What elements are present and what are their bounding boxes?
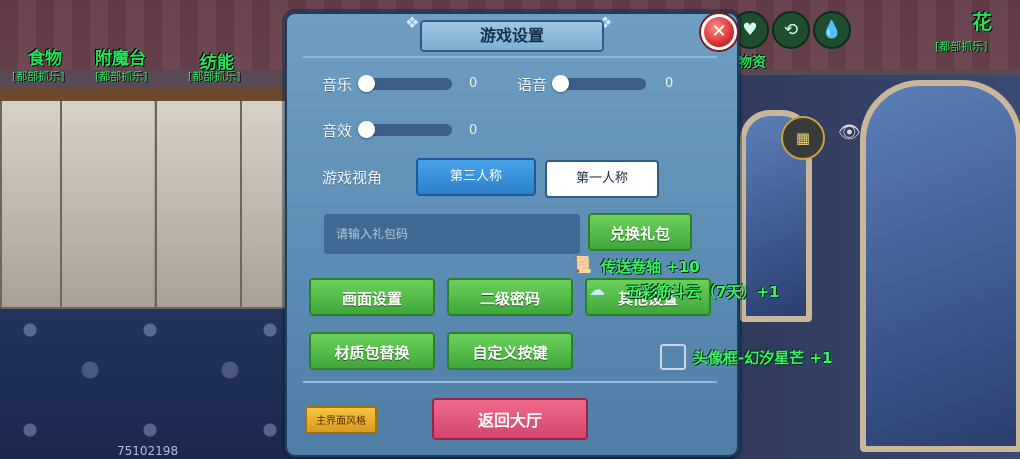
voice-label: 语音: [517, 76, 548, 94]
npc-tag: [都部抓乐]: [188, 70, 241, 83]
cabinet: [58, 87, 166, 309]
third-person-button[interactable]: 第三人称: [416, 158, 536, 196]
music-slider-knob[interactable]: [358, 75, 375, 92]
panel-title: 游戏设置: [420, 20, 604, 52]
close-button[interactable]: ✕: [701, 14, 737, 50]
reward-text: 传送卷轴 +10: [601, 258, 700, 276]
scroll-icon: 📜: [572, 255, 592, 274]
reward-text: 头像框-幻汐星芒 +1: [693, 349, 833, 367]
sfx-value: 0: [469, 123, 478, 138]
view-label: 游戏视角: [322, 169, 383, 187]
sfx-slider-knob[interactable]: [358, 121, 375, 138]
secondary-password-button[interactable]: 二级密码: [447, 278, 573, 316]
npc-tag: [都部抓乐]: [935, 40, 988, 53]
refresh-icon[interactable]: ⟲: [772, 11, 810, 49]
eye-icon[interactable]: 👁: [838, 122, 868, 144]
custom-keys-button[interactable]: 自定义按键: [447, 332, 573, 370]
sfx-label: 音效: [322, 122, 353, 140]
player-id: 75102198: [117, 444, 179, 458]
main-ui-style-button[interactable]: 主界面风格: [305, 406, 377, 434]
music-value: 0: [469, 76, 478, 91]
frame-icon: [660, 344, 686, 370]
voice-slider-knob[interactable]: [552, 75, 569, 92]
cloud-icon: ☁: [589, 280, 605, 299]
divider: [303, 381, 717, 383]
divider: [303, 56, 717, 58]
npc-name: 花: [972, 10, 992, 34]
drop-icon[interactable]: 💧: [813, 11, 851, 49]
npc-name: 附魔台: [95, 49, 146, 69]
npc-name: 物资: [738, 55, 766, 71]
ornament-icon: ❖: [405, 13, 420, 32]
texture-pack-button[interactable]: 材质包替换: [309, 332, 435, 370]
voice-value: 0: [665, 76, 674, 91]
build-block-icon[interactable]: ▦: [781, 116, 825, 160]
return-lobby-button[interactable]: 返回大厅: [432, 398, 588, 440]
reward-text: 五彩筋斗云（7天）+1: [626, 283, 780, 301]
redeem-gift-button[interactable]: 兑换礼包: [588, 213, 692, 251]
npc-name: 食物: [28, 49, 62, 69]
graphics-settings-button[interactable]: 画面设置: [309, 278, 435, 316]
music-label: 音乐: [322, 76, 353, 94]
npc-tag: [都部抓乐]: [12, 70, 65, 83]
window: [860, 80, 1020, 452]
npc-tag: [都部抓乐]: [95, 70, 148, 83]
gift-code-input[interactable]: [324, 214, 580, 254]
first-person-button[interactable]: 第一人称: [545, 160, 659, 198]
